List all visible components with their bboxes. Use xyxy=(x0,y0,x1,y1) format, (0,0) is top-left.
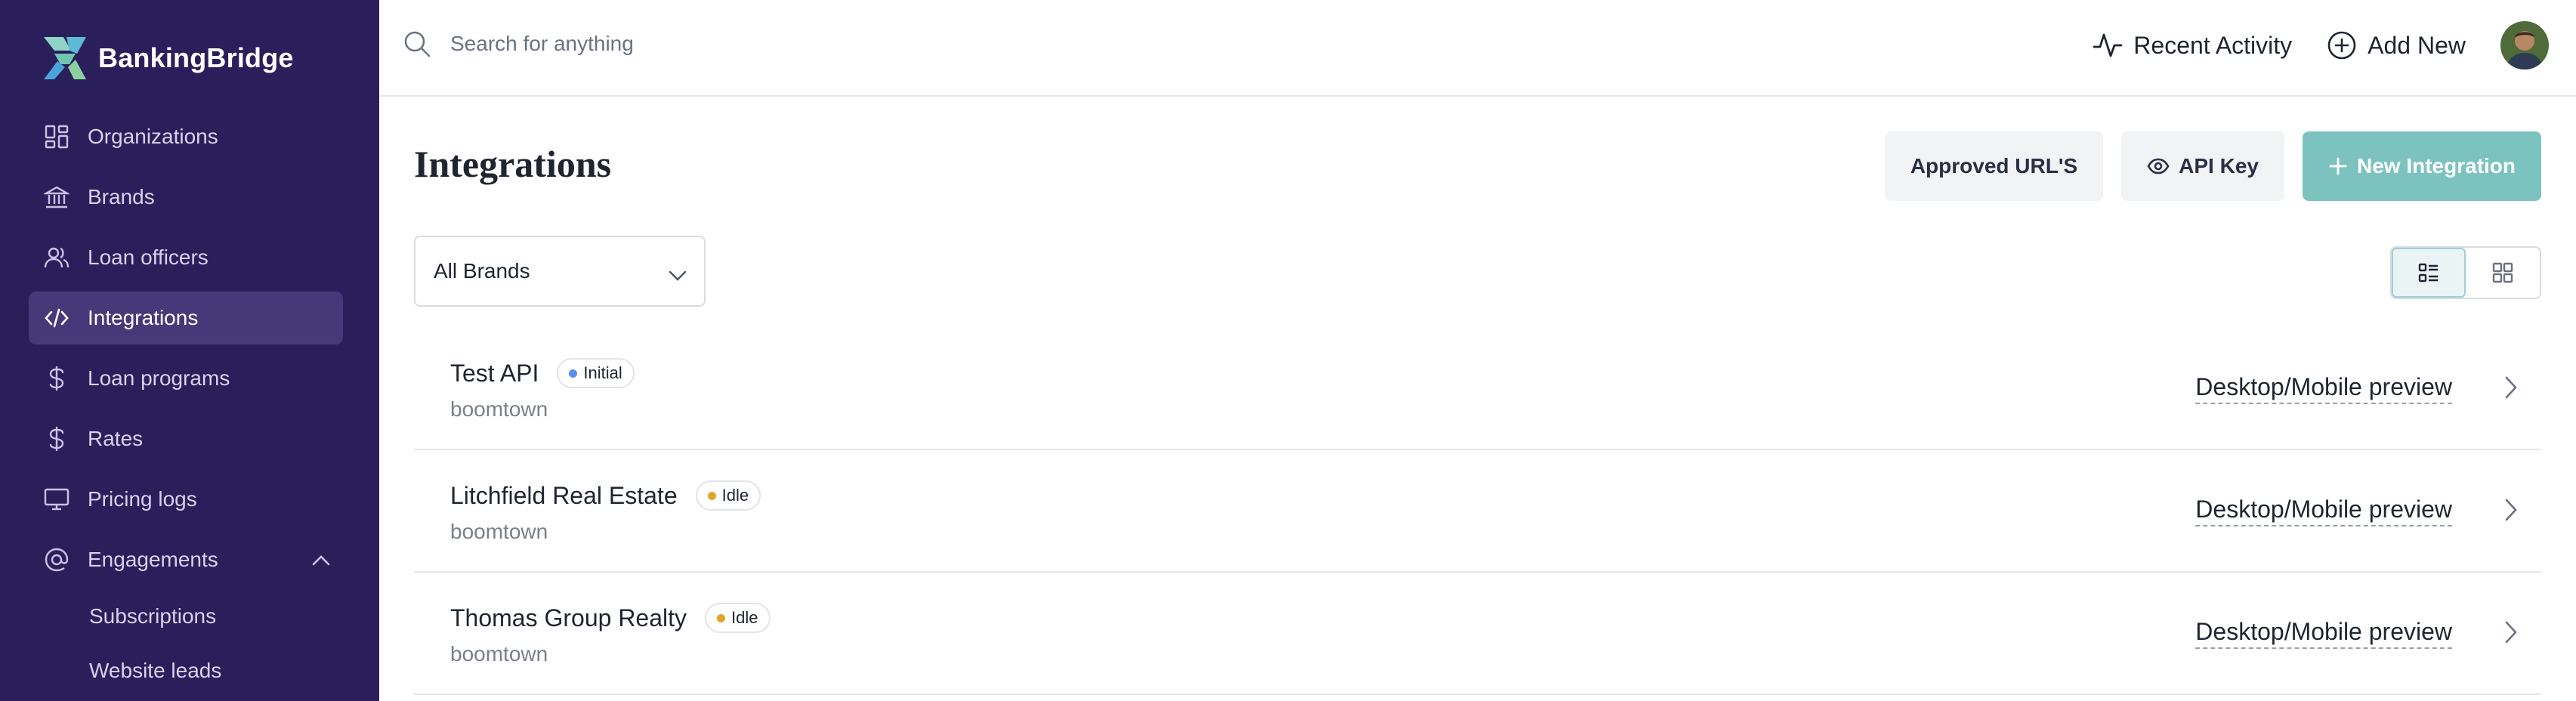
status-badge: Idle xyxy=(705,603,771,633)
sidebar-item-label: Loan programs xyxy=(88,366,230,390)
integration-brand: boomtown xyxy=(450,642,548,665)
list-view-button[interactable] xyxy=(2392,248,2466,298)
status-badge: Initial xyxy=(557,358,635,388)
sidebar-item-label: Rates xyxy=(88,427,144,450)
search-bar xyxy=(402,29,902,59)
code-icon xyxy=(41,302,73,334)
chevron-right-icon[interactable] xyxy=(2503,375,2519,404)
grid-icon xyxy=(41,121,73,153)
integration-title: Test API Initial xyxy=(450,358,635,388)
bank-icon xyxy=(41,181,73,213)
sidebar-item-integrations[interactable]: Integrations xyxy=(29,292,343,344)
brand-name: BankingBridge xyxy=(98,42,294,73)
sidebar-subitem-label: Website leads xyxy=(89,659,222,682)
brand-filter-select[interactable]: All Brands xyxy=(414,236,706,307)
status-label: Initial xyxy=(583,363,622,382)
page-header: Integrations Approved URL'S API Key New … xyxy=(414,131,2541,201)
add-new-label: Add New xyxy=(2368,31,2466,59)
sidebar-item-rates[interactable]: Rates xyxy=(29,412,343,465)
sidebar-item-loan-officers[interactable]: Loan officers xyxy=(29,231,343,284)
preview-link[interactable]: Desktop/Mobile preview xyxy=(2195,496,2452,527)
integration-name: Thomas Group Realty xyxy=(450,604,687,632)
chevron-down-icon xyxy=(668,263,687,287)
new-integration-label: New Integration xyxy=(2356,154,2516,178)
avatar[interactable] xyxy=(2500,21,2549,69)
at-icon xyxy=(41,544,73,576)
users-icon xyxy=(41,242,73,273)
chevron-up-icon[interactable] xyxy=(311,548,331,572)
integrations-list: Test API Initial boomtown Desktop/Mobile… xyxy=(414,328,2541,695)
activity-icon xyxy=(2093,33,2123,57)
status-label: Idle xyxy=(731,608,758,627)
sidebar-item-label: Organizations xyxy=(88,125,218,148)
monitor-icon xyxy=(41,483,73,515)
sidebar-subitem-subscriptions[interactable]: Subscriptions xyxy=(29,594,343,639)
sidebar-item-organizations[interactable]: Organizations xyxy=(29,110,343,163)
header-actions: Approved URL'S API Key New Integration xyxy=(1884,131,2541,201)
sidebar-nav: Organizations Brands Loan officers Integ… xyxy=(29,110,343,693)
integration-name: Test API xyxy=(450,359,539,387)
integration-brand: boomtown xyxy=(450,520,548,543)
integration-title: Thomas Group Realty Idle xyxy=(450,603,771,633)
sidebar: BankingBridge Organizations Brands Loan … xyxy=(0,0,379,701)
sidebar-item-label: Pricing logs xyxy=(88,487,197,511)
list-item[interactable]: Litchfield Real Estate Idle boomtown Des… xyxy=(414,450,2541,573)
search-icon xyxy=(404,31,431,57)
brand-filter-value: All Brands xyxy=(434,259,530,283)
integration-name: Litchfield Real Estate xyxy=(450,481,678,509)
integration-title: Litchfield Real Estate Idle xyxy=(450,480,761,511)
view-toggle xyxy=(2390,246,2541,299)
list-item[interactable]: Test API Initial boomtown Desktop/Mobile… xyxy=(414,328,2541,450)
sidebar-item-pricing-logs[interactable]: Pricing logs xyxy=(29,473,343,526)
api-key-label: API Key xyxy=(2179,154,2259,178)
recent-activity-button[interactable]: Recent Activity xyxy=(2093,30,2292,60)
chevron-right-icon[interactable] xyxy=(2503,619,2519,649)
brand-logo[interactable]: BankingBridge xyxy=(41,33,294,83)
list-view-icon xyxy=(2418,263,2438,283)
filter-row: All Brands xyxy=(414,236,2541,307)
top-bar: Recent Activity Add New xyxy=(379,0,2576,97)
approved-urls-label: Approved URL'S xyxy=(1910,154,2078,178)
status-dot xyxy=(717,613,726,622)
sidebar-item-engagements[interactable]: Engagements xyxy=(29,533,343,586)
main-content: Recent Activity Add New xyxy=(379,0,2576,701)
dollar-icon xyxy=(41,423,73,455)
sidebar-item-label: Brands xyxy=(88,185,155,208)
sidebar-item-label: Engagements xyxy=(88,548,218,571)
recent-activity-label: Recent Activity xyxy=(2133,31,2293,59)
logo-mark-icon xyxy=(44,37,86,79)
grid-view-button[interactable] xyxy=(2466,248,2540,298)
sidebar-item-label: Loan officers xyxy=(88,246,208,269)
status-label: Idle xyxy=(721,486,749,505)
top-actions: Recent Activity Add New xyxy=(2093,21,2549,69)
add-new-button[interactable]: Add New xyxy=(2327,30,2466,60)
sidebar-item-label: Integrations xyxy=(88,306,199,329)
search-input[interactable] xyxy=(449,31,902,57)
app-root: BankingBridge Organizations Brands Loan … xyxy=(0,0,2576,701)
api-key-button[interactable]: API Key xyxy=(2121,131,2284,201)
page-title: Integrations xyxy=(414,143,612,185)
status-badge: Idle xyxy=(695,480,761,511)
user-avatar-icon xyxy=(2500,21,2549,69)
status-dot xyxy=(707,491,716,500)
sidebar-item-loan-programs[interactable]: Loan programs xyxy=(29,352,343,405)
preview-link[interactable]: Desktop/Mobile preview xyxy=(2195,373,2452,404)
plus-icon xyxy=(2329,157,2347,175)
preview-link[interactable]: Desktop/Mobile preview xyxy=(2195,618,2452,649)
approved-urls-button[interactable]: Approved URL'S xyxy=(1884,131,2104,201)
list-item[interactable]: Thomas Group Realty Idle boomtown Deskto… xyxy=(414,573,2541,695)
plus-circle-icon xyxy=(2327,31,2356,60)
eye-icon xyxy=(2147,158,2170,174)
chevron-right-icon[interactable] xyxy=(2503,497,2519,527)
dollar-icon xyxy=(41,363,73,394)
grid-view-icon xyxy=(2492,262,2513,283)
integration-brand: boomtown xyxy=(450,397,548,421)
status-dot xyxy=(569,369,578,378)
sidebar-item-brands[interactable]: Brands xyxy=(29,171,343,224)
sidebar-subitem-website-leads[interactable]: Website leads xyxy=(29,648,343,693)
new-integration-button[interactable]: New Integration xyxy=(2302,131,2541,201)
sidebar-subitem-label: Subscriptions xyxy=(89,604,217,628)
